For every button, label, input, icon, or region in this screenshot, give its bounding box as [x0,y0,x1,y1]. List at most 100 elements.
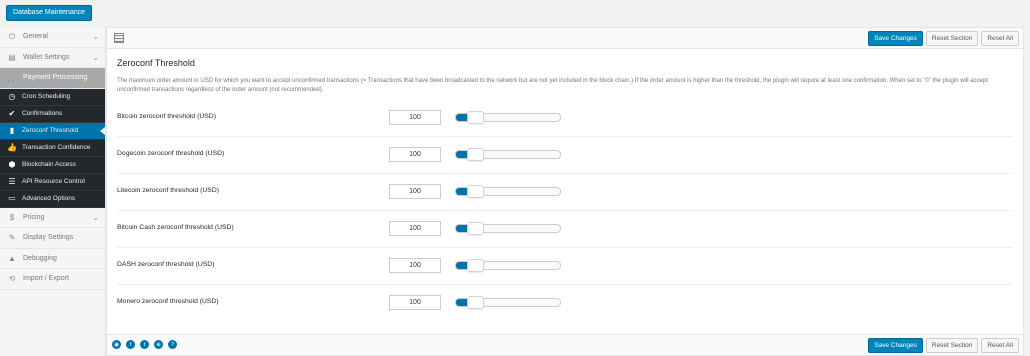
reset-section-button[interactable]: Reset Section [925,31,979,46]
reset-all-button[interactable]: Reset All [981,31,1019,46]
sidebar-item-transaction-confidence[interactable]: 👍 Transaction Confidence [0,139,105,157]
sidebar-item-blockchain-access[interactable]: ⬢ Blockchain Access [0,156,105,174]
field-label: Bitcoin Cash zeroconf threshold (USD) [117,224,234,231]
chevron-down-icon: ⌄ [92,52,99,62]
reset-all-button-footer[interactable]: Reset All [981,338,1019,353]
field-row: Litecoin zeroconf threshold (USD) [117,174,1013,211]
threshold-input[interactable] [389,258,441,273]
sidebar-item-confirmations[interactable]: ✔ Confirmations [0,105,105,123]
twitter-icon[interactable]: t [140,340,149,349]
power-icon: ⏻ [8,31,16,41]
sidebar-item-display-settings[interactable]: ✎ Display Settings [0,228,105,249]
field-label: Bitcoin zeroconf threshold (USD) [117,113,216,120]
sidebar-item-payment-processing[interactable]: 🛒 Payment Processing [0,68,105,89]
social-links: ◉ f t ⊕? [112,340,177,349]
sidebar-item-import-export[interactable]: ⟲ Import / Export [0,269,105,290]
sidebar-item-label: Zeroconf Threshold [22,127,79,134]
field-label: Dogecoin zeroconf threshold (USD) [117,150,225,157]
threshold-input[interactable] [389,147,441,162]
cart-icon: 🛒 [7,73,17,83]
chevron-down-icon: ⌄ [92,212,99,222]
field-row: Bitcoin zeroconf threshold (USD) [117,100,1013,137]
main-header: Save Changes Reset Section Reset All [107,28,1023,49]
warning-icon: ▲ [8,253,16,263]
field-row: Dogecoin zeroconf threshold (USD) [117,137,1013,174]
database-maintenance-button[interactable]: Database Maintenance [6,5,92,21]
panel-icon [114,33,124,43]
main-footer: ◉ f t ⊕? Save Changes Reset Section Reset A… [107,334,1023,355]
header-button-row: Save Changes Reset Section Reset All [868,31,1019,46]
threshold-input[interactable] [389,110,441,125]
slider-handle[interactable] [467,111,484,124]
sidebar-item-label: Transaction Confidence [22,144,91,151]
sidebar-item-label: API Resource Control [22,178,85,185]
threshold-slider[interactable] [455,296,561,309]
sidebar-item-label: Cron Scheduling [22,93,71,100]
section-description: The maximum order amount in USD for whic… [117,78,988,93]
slider-handle[interactable] [467,222,484,235]
list-icon: ≔ [8,194,16,203]
threshold-slider[interactable] [455,222,561,235]
database-icon: ☰ [8,177,16,186]
sidebar-item-label: Confirmations [22,110,63,117]
brush-icon: ✎ [8,233,16,243]
sidebar-item-label: Payment Processing [23,74,88,82]
clock-icon: ◷ [8,92,16,101]
sidebar-item-debugging[interactable]: ▲ Debugging [0,249,105,269]
cubes-icon: ⬢ [8,160,16,169]
top-bar: Database Maintenance [0,0,1030,27]
check-icon: ✔ [8,109,16,118]
sidebar-item-label: General [23,33,48,41]
threshold-slider[interactable] [455,111,561,124]
slider-handle[interactable] [467,185,484,198]
field-row: DASH zeroconf threshold (USD) [117,248,1013,285]
github-icon[interactable]: ◉ [112,340,121,349]
facebook-icon[interactable]: f [126,340,135,349]
thumbs-up-icon: 👍 [7,143,17,152]
help-icon[interactable]: ? [168,340,177,349]
slider-handle[interactable] [467,296,484,309]
sidebar-item-label: Blockchain Access [22,161,76,168]
signal-icon: ▮ [9,126,15,135]
wallet-icon: ▤ [8,52,16,62]
content-area: Zeroconf Threshold The maximum order amo… [107,49,1023,322]
sidebar-item-label: Display Settings [23,234,74,242]
sidebar-item-label: Pricing [23,213,45,221]
main-panel: Save Changes Reset Section Reset All Zer… [106,27,1024,356]
dollar-icon: $ [9,212,15,222]
sidebar-item-cron-scheduling[interactable]: ◷ Cron Scheduling [0,88,105,106]
sidebar-item-api-resource-control[interactable]: ☰ API Resource Control [0,173,105,191]
slider-handle[interactable] [467,259,484,272]
sidebar-item-advanced-options[interactable]: ≔ Advanced Options [0,190,105,208]
field-label: Monero zeroconf threshold (USD) [117,298,219,305]
sidebar-item-label: Advanced Options [22,195,76,202]
slider-handle[interactable] [467,148,484,161]
footer-button-row: Save Changes Reset Section Reset All [868,338,1019,353]
field-row: Bitcoin Cash zeroconf threshold (USD) [117,211,1013,248]
refresh-icon: ⟲ [8,274,16,284]
section-title: Zeroconf Threshold [117,58,195,68]
field-list: Bitcoin zeroconf threshold (USD) Dogecoin… [117,100,1013,322]
threshold-slider[interactable] [455,148,561,161]
threshold-input[interactable] [389,184,441,199]
sidebar-item-label: Debugging [23,254,57,262]
sidebar: ⏻ General ⌄ ▤ Wallet Settings ⌄ 🛒 Payment Proce… [0,27,106,356]
reset-section-button-footer[interactable]: Reset Section [925,338,979,353]
field-label: DASH zeroconf threshold (USD) [117,261,215,268]
globe-icon[interactable]: ⊕ [154,340,163,349]
save-changes-button-footer[interactable]: Save Changes [868,338,923,353]
save-changes-button[interactable]: Save Changes [868,31,923,46]
field-row: Monero zeroconf threshold (USD) [117,285,1013,322]
threshold-input[interactable] [389,221,441,236]
sidebar-item-label: Import / Export [23,275,69,283]
field-label: Litecoin zeroconf threshold (USD) [117,187,219,194]
threshold-input[interactable] [389,295,441,310]
sidebar-item-general[interactable]: ⏻ General ⌄ [0,27,105,48]
sidebar-item-label: Wallet Settings [23,53,70,61]
sidebar-item-zeroconf-threshold[interactable]: ▮ Zeroconf Threshold [0,122,105,140]
threshold-slider[interactable] [455,185,561,198]
threshold-slider[interactable] [455,259,561,272]
chevron-down-icon: ⌄ [92,32,99,41]
sidebar-item-pricing[interactable]: $ Pricing ⌄ [0,208,105,228]
sidebar-item-wallet-settings[interactable]: ▤ Wallet Settings ⌄ [0,48,105,68]
